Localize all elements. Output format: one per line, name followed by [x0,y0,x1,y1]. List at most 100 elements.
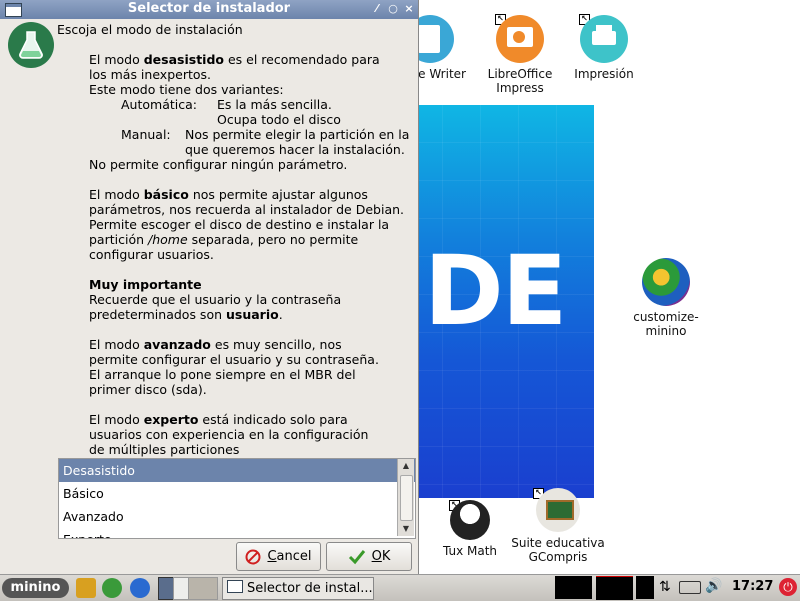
gcompris-icon [536,488,580,532]
clock[interactable]: 17:27 [732,579,773,594]
important-heading: Muy importante [89,277,202,292]
more-apps-icon[interactable] [130,578,150,598]
text-line: Este modo tiene dos variantes: [89,82,284,97]
web-browser-icon[interactable] [102,578,122,598]
maximize-icon[interactable]: ○ [386,2,400,16]
desktop-icon-impress[interactable]: ↖ LibreOffice Impress [482,14,558,95]
cpu-monitor [555,576,592,599]
impresion-label: Impresión [574,67,634,81]
memory-monitor [596,576,633,600]
list-item-avanzado[interactable]: Avanzado [59,505,415,528]
text-line: que queremos hacer la instalación. [185,142,405,157]
desktop-icon-gcompris[interactable]: ↖ Suite educativa GCompris [510,488,606,564]
text-line: los más inexpertos. [89,67,211,82]
flask-icon [8,22,54,68]
text-line: de múltiples particiones [89,442,240,457]
desktop-icon-impresion[interactable]: ↖ Impresión [566,14,642,81]
ok-button[interactable]: OK [326,542,412,571]
scroll-down-icon[interactable]: ▼ [398,522,414,536]
scroll-up-icon[interactable]: ▲ [398,459,414,473]
workspace-3[interactable] [188,577,218,600]
text-fragment: es el recomendado para [224,52,380,67]
task-label: Selector de instal... [247,581,373,596]
close-icon[interactable]: × [402,2,416,16]
start-menu-button[interactable]: minino [2,578,69,598]
taskbar-task-selector[interactable]: Selector de instal... [222,577,374,600]
text-line: primer disco (sda). [89,382,207,397]
cancel-mnemonic: C [267,549,277,564]
text-line: Permite escoger el disco de destino e in… [89,217,390,232]
cancel-label: ancel [276,549,312,564]
bold-term-avanzado: avanzado [143,337,211,352]
customize-label-line2: minino [645,324,687,338]
text-line: Nos permite elegir la partición en la [185,127,410,142]
workspace-2[interactable] [173,577,189,600]
text-fragment: El modo [89,52,144,67]
mode-description: El modo desasistido es el recomendado pa… [89,52,419,472]
list-item-desasistido[interactable]: Desasistido [59,459,415,482]
ok-mnemonic: O [371,549,382,564]
cancel-button[interactable]: Cancel [236,542,321,571]
net-monitor [636,576,654,599]
impress-icon [496,15,544,63]
text-line: permite configurar el usuario y su contr… [89,352,379,367]
desktop-icon-tuxmath[interactable]: ↖ Tux Math [432,500,508,558]
text-fragment: es muy sencillo, nos [210,337,342,352]
text-fragment: nos permite ajustar algunos [188,187,368,202]
scrollbar-thumb[interactable] [400,475,413,521]
wallpaper-text: DE [424,235,567,347]
text-fragment: partición [89,232,148,247]
workspace-1[interactable] [158,577,174,600]
cancel-icon [245,549,261,564]
ok-label: K [381,549,391,564]
text-fragment: . [278,307,283,322]
desktop-icon-customize-minino[interactable]: customize- minino [626,258,706,338]
tuxmath-label: Tux Math [442,544,498,558]
list-scrollbar[interactable]: ▲ ▼ [397,459,414,536]
bold-term-basico: básico [143,187,189,202]
customize-minino-icon [642,258,690,306]
window-title: Selector de instalador [127,1,291,16]
tux-math-icon [450,500,490,540]
text-fragment: El modo [89,187,144,202]
volume-icon[interactable]: 🔊 [705,578,722,594]
list-item-experto[interactable]: Experto [59,528,415,538]
variant-label-automatica: Automática: [121,97,197,112]
network-icon[interactable]: ⇅ [659,579,671,595]
gcompris-label-line1: Suite educativa [511,536,605,550]
wallpaper: DE [404,105,594,498]
text-fragment: El modo [89,412,144,427]
window-icon [227,580,243,593]
text-line: configurar usuarios. [89,247,214,262]
bold-term-desasistido: desasistido [143,52,224,67]
italic-path-home: /home [148,232,188,247]
text-fragment: separada, pero no permite [187,232,359,247]
file-manager-icon[interactable] [76,578,96,598]
customize-label-line1: customize- [633,310,699,324]
impress-label-line2: Impress [496,81,544,95]
list-item-basico[interactable]: Básico [59,482,415,505]
dialog-heading: Escoja el modo de instalación [57,22,243,37]
minimize-icon[interactable]: ⁄ [370,2,384,16]
printer-icon [580,15,628,63]
taskbar: minino Selector de instal... ⇅ 🔊 17:27 ⏻ [0,574,800,601]
bold-term-usuario: usuario [225,307,279,322]
text-fragment: está indicado solo para [198,412,348,427]
text-fragment: El modo [89,337,144,352]
keyboard-icon[interactable] [679,581,701,594]
text-line: Es la más sencilla. [217,97,332,112]
installer-selector-window: Selector de instalador ⁄ ○ × Escoja el m… [0,0,419,574]
window-titlebar[interactable]: Selector de instalador ⁄ ○ × [0,0,418,19]
text-line: Recuerde que el usuario y la contraseña [89,292,342,307]
gcompris-label-line2: GCompris [528,550,588,564]
mode-list[interactable]: Desasistido Básico Avanzado Experto [58,458,416,539]
impress-label-line1: LibreOffice [487,67,553,81]
checkmark-icon [348,549,365,564]
bold-term-experto: experto [143,412,199,427]
text-line: Ocupa todo el disco [217,112,341,127]
power-icon[interactable]: ⏻ [779,578,797,596]
text-line: usuarios con experiencia en la configura… [89,427,369,442]
text-line: El arranque lo pone siempre en el MBR de… [89,367,356,382]
variant-label-manual: Manual: [121,127,171,142]
text-fragment: predeterminados son [89,307,226,322]
